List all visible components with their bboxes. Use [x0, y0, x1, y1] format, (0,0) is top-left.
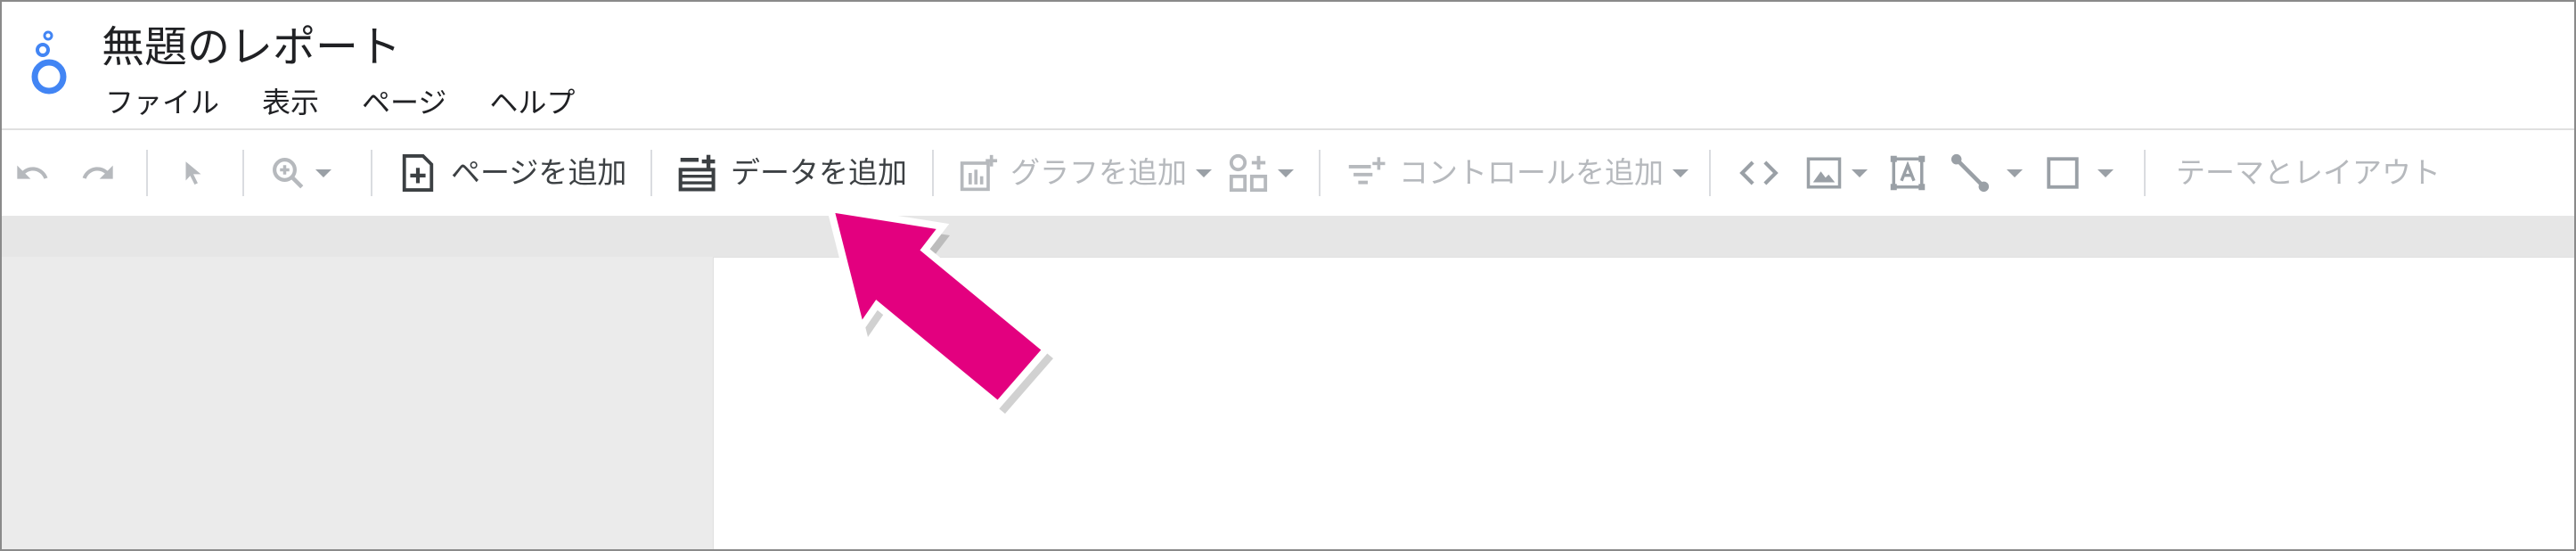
menu-bar: ファイル 表示 ページ ヘルプ — [105, 82, 617, 123]
toolbar: ページを追加 データを追加 グラフを追加 コントロールを追加 テーマとレイアウト — [2, 128, 2574, 218]
shape-button[interactable] — [2044, 130, 2114, 216]
select-pointer-icon — [185, 161, 201, 185]
report-title[interactable]: 無題のレポート — [102, 18, 401, 77]
canvas-area — [2, 216, 2574, 549]
chevron-down-icon — [1196, 169, 1212, 177]
undo-icon — [17, 165, 48, 179]
chevron-down-icon — [1852, 169, 1868, 177]
redo-icon — [82, 165, 113, 179]
chevron-down-icon — [1672, 169, 1689, 177]
add-control-icon — [1348, 157, 1386, 185]
chevron-down-icon — [1278, 169, 1294, 177]
community-viz-icon — [1229, 153, 1268, 193]
add-page-label: ページを追加 — [451, 155, 627, 190]
add-page-icon — [402, 154, 434, 192]
menu-file[interactable]: ファイル — [105, 82, 219, 123]
theme-layout-button[interactable]: テーマとレイアウト — [2176, 130, 2441, 216]
line-icon — [1950, 153, 1990, 193]
text-button[interactable] — [1889, 130, 1926, 216]
toolbar-divider — [242, 150, 244, 196]
menu-page[interactable]: ページ — [362, 82, 446, 123]
toolbar-divider — [371, 150, 372, 196]
toolbar-divider — [2144, 150, 2146, 196]
redo-button[interactable] — [80, 130, 116, 216]
add-data-icon — [678, 154, 716, 192]
shape-icon — [2047, 157, 2079, 189]
chevron-down-icon — [2007, 169, 2023, 177]
header: 無題のレポート ファイル 表示 ページ ヘルプ — [2, 2, 2574, 128]
chevron-down-icon — [315, 169, 331, 177]
menu-view[interactable]: 表示 — [262, 82, 319, 123]
toolbar-divider — [146, 150, 148, 196]
image-icon — [1806, 157, 1842, 189]
add-chart-icon — [960, 154, 998, 192]
looker-studio-logo-icon[interactable] — [25, 29, 73, 100]
toolbar-divider — [1709, 150, 1711, 196]
toolbar-divider — [932, 150, 934, 196]
menu-help[interactable]: ヘルプ — [489, 82, 575, 123]
community-viz-button[interactable] — [1228, 130, 1294, 216]
canvas-top-margin — [2, 216, 2574, 257]
image-button[interactable] — [1805, 130, 1868, 216]
zoom-icon — [273, 158, 304, 189]
add-page-button[interactable]: ページを追加 — [399, 130, 626, 216]
theme-layout-label: テーマとレイアウト — [2176, 155, 2441, 190]
toolbar-divider — [650, 150, 652, 196]
callout-arrow-icon — [825, 204, 1053, 414]
line-button[interactable] — [1950, 130, 2023, 216]
text-box-icon — [1890, 155, 1926, 191]
app-window: 無題のレポート ファイル 表示 ページ ヘルプ ページを追加 データを追加 グラ… — [0, 0, 2576, 551]
zoom-button[interactable] — [269, 130, 331, 216]
toolbar-divider — [1319, 150, 1321, 196]
embed-code-icon — [1739, 160, 1779, 185]
chevron-down-icon — [2098, 169, 2114, 177]
select-button[interactable] — [178, 130, 209, 216]
undo-button[interactable] — [14, 130, 50, 216]
add-control-button[interactable]: コントロールを追加 — [1347, 130, 1689, 216]
add-control-label: コントロールを追加 — [1399, 155, 1664, 190]
embed-url-button[interactable] — [1738, 130, 1780, 216]
